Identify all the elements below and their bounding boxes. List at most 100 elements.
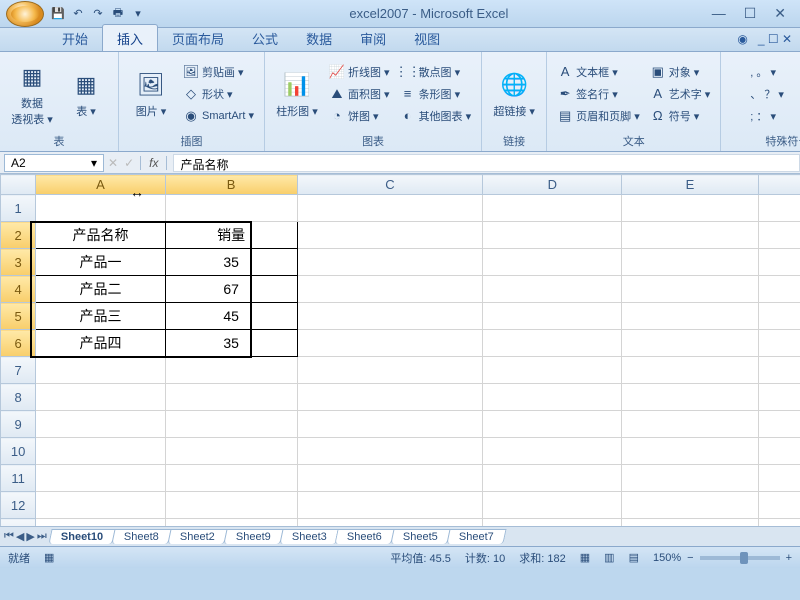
row-header-1[interactable]: 1 bbox=[1, 195, 36, 222]
cell-A4[interactable]: 产品二 bbox=[36, 276, 165, 303]
grid[interactable]: ABCDEF12产品名称销量3产品一354产品二675产品三456产品四3578… bbox=[0, 174, 800, 526]
ribbon-btn-剪贴画[interactable]: 🖼剪贴画 ▾ bbox=[181, 62, 256, 82]
cell-F3[interactable] bbox=[758, 249, 800, 276]
sheet-tab-Sheet9[interactable]: Sheet9 bbox=[223, 529, 283, 544]
cell-C9[interactable] bbox=[297, 411, 483, 438]
cell-B2[interactable]: 销量 bbox=[165, 222, 297, 249]
help-icon[interactable]: ◉ bbox=[737, 32, 747, 46]
ribbon-btn-图片[interactable]: 🖼图片 ▾ bbox=[127, 56, 175, 131]
cell-F8[interactable] bbox=[758, 384, 800, 411]
zoom-control[interactable]: 150% − + bbox=[653, 552, 792, 564]
sheet-tab-Sheet7[interactable]: Sheet7 bbox=[447, 529, 507, 544]
tab-视图[interactable]: 视图 bbox=[400, 25, 454, 51]
cell-B10[interactable] bbox=[165, 438, 297, 465]
print-icon[interactable]: 🖶 bbox=[110, 6, 126, 22]
worksheet[interactable]: ABCDEF12产品名称销量3产品一354产品二675产品三456产品四3578… bbox=[0, 174, 800, 526]
cell-C3[interactable] bbox=[297, 249, 483, 276]
macro-icon[interactable]: ▦ bbox=[44, 551, 54, 564]
cell-D6[interactable] bbox=[483, 330, 622, 357]
cell-E7[interactable] bbox=[622, 357, 758, 384]
next-sheet-icon[interactable]: ▶ bbox=[26, 530, 34, 543]
view-pagebreak-icon[interactable]: ▤ bbox=[629, 551, 639, 564]
cell-E8[interactable] bbox=[622, 384, 758, 411]
ribbon-btn-其他图表[interactable]: ◐其他图表 ▾ bbox=[398, 106, 474, 126]
ribbon-btn-签名行[interactable]: ✒签名行 ▾ bbox=[555, 84, 642, 104]
cell-D12[interactable] bbox=[483, 492, 622, 519]
ribbon-btn-折线图[interactable]: 📈折线图 ▾ bbox=[327, 62, 392, 82]
undo-icon[interactable]: ↶ bbox=[70, 6, 86, 22]
cell-F5[interactable] bbox=[758, 303, 800, 330]
cell-F6[interactable] bbox=[758, 330, 800, 357]
tab-审阅[interactable]: 审阅 bbox=[346, 25, 400, 51]
qat-more-icon[interactable]: ▾ bbox=[130, 6, 146, 22]
row-header-13[interactable]: 13 bbox=[1, 519, 36, 527]
zoom-slider[interactable] bbox=[700, 556, 780, 560]
cell-D8[interactable] bbox=[483, 384, 622, 411]
ribbon-btn-条形图[interactable]: ≡条形图 ▾ bbox=[398, 84, 474, 104]
cell-A7[interactable] bbox=[36, 357, 165, 384]
row-header-4[interactable]: 4 bbox=[1, 276, 36, 303]
cell-C2[interactable] bbox=[297, 222, 483, 249]
row-header-10[interactable]: 10 bbox=[1, 438, 36, 465]
ribbon-btn-符号[interactable]: Ω符号 ▾ bbox=[648, 106, 713, 126]
row-header-9[interactable]: 9 bbox=[1, 411, 36, 438]
cell-D1[interactable] bbox=[483, 195, 622, 222]
enter-icon[interactable]: ✓ bbox=[124, 156, 134, 170]
ribbon-btn-数据 透视表[interactable]: ▦数据透视表 ▾ bbox=[8, 56, 56, 131]
cell-E9[interactable] bbox=[622, 411, 758, 438]
cell-C12[interactable] bbox=[297, 492, 483, 519]
sheet-tab-Sheet8[interactable]: Sheet8 bbox=[111, 529, 171, 544]
sheet-tab-Sheet6[interactable]: Sheet6 bbox=[335, 529, 395, 544]
row-header-11[interactable]: 11 bbox=[1, 465, 36, 492]
zoom-out-icon[interactable]: − bbox=[687, 552, 693, 564]
close-button[interactable]: ✕ bbox=[774, 5, 786, 22]
col-header-F[interactable]: F bbox=[758, 175, 800, 195]
cell-B9[interactable] bbox=[165, 411, 297, 438]
cell-F7[interactable] bbox=[758, 357, 800, 384]
col-header-E[interactable]: E bbox=[622, 175, 758, 195]
cell-A1[interactable] bbox=[36, 195, 165, 222]
row-header-12[interactable]: 12 bbox=[1, 492, 36, 519]
cell-F1[interactable] bbox=[758, 195, 800, 222]
cell-E3[interactable] bbox=[622, 249, 758, 276]
view-layout-icon[interactable]: ▥ bbox=[604, 551, 614, 564]
ribbon-btn-形状[interactable]: ◇形状 ▾ bbox=[181, 84, 256, 104]
cell-E13[interactable] bbox=[622, 519, 758, 527]
cell-F10[interactable] bbox=[758, 438, 800, 465]
ribbon-btn-柱形图[interactable]: 📊柱形图 ▾ bbox=[273, 56, 321, 131]
col-header-C[interactable]: C bbox=[297, 175, 483, 195]
cell-E6[interactable] bbox=[622, 330, 758, 357]
cell-A11[interactable] bbox=[36, 465, 165, 492]
cell-B1[interactable] bbox=[165, 195, 297, 222]
select-all-corner[interactable] bbox=[1, 175, 36, 195]
cell-A5[interactable]: 产品三 bbox=[36, 303, 165, 330]
sheet-tab-Sheet3[interactable]: Sheet3 bbox=[279, 529, 339, 544]
last-sheet-icon[interactable]: ⏭ bbox=[37, 530, 47, 543]
cell-C6[interactable] bbox=[297, 330, 483, 357]
cell-A13[interactable] bbox=[36, 519, 165, 527]
cancel-icon[interactable]: ✕ bbox=[108, 156, 118, 170]
cell-D11[interactable] bbox=[483, 465, 622, 492]
row-header-8[interactable]: 8 bbox=[1, 384, 36, 411]
ribbon-btn-、 ？[interactable]: 、 ？ ▾ bbox=[729, 84, 786, 104]
col-header-A[interactable]: A bbox=[36, 175, 165, 195]
cell-B8[interactable] bbox=[165, 384, 297, 411]
cell-E4[interactable] bbox=[622, 276, 758, 303]
cell-F4[interactable] bbox=[758, 276, 800, 303]
cell-C1[interactable] bbox=[297, 195, 483, 222]
view-normal-icon[interactable]: ▦ bbox=[580, 551, 590, 564]
cell-F13[interactable] bbox=[758, 519, 800, 527]
row-header-2[interactable]: 2 bbox=[1, 222, 36, 249]
cell-E2[interactable] bbox=[622, 222, 758, 249]
cell-A12[interactable] bbox=[36, 492, 165, 519]
col-header-B[interactable]: B bbox=[165, 175, 297, 195]
cell-D5[interactable] bbox=[483, 303, 622, 330]
fx-icon[interactable]: fx bbox=[140, 156, 167, 170]
cell-A2[interactable]: 产品名称 bbox=[36, 222, 165, 249]
ribbon-btn-面积图[interactable]: ⛰面积图 ▾ bbox=[327, 84, 392, 104]
cell-A6[interactable]: 产品四 bbox=[36, 330, 165, 357]
ribbon-btn-散点图[interactable]: ⋮⋮散点图 ▾ bbox=[398, 62, 474, 82]
save-icon[interactable]: 💾 bbox=[50, 6, 66, 22]
cell-D13[interactable] bbox=[483, 519, 622, 527]
maximize-button[interactable]: ☐ bbox=[744, 5, 757, 22]
